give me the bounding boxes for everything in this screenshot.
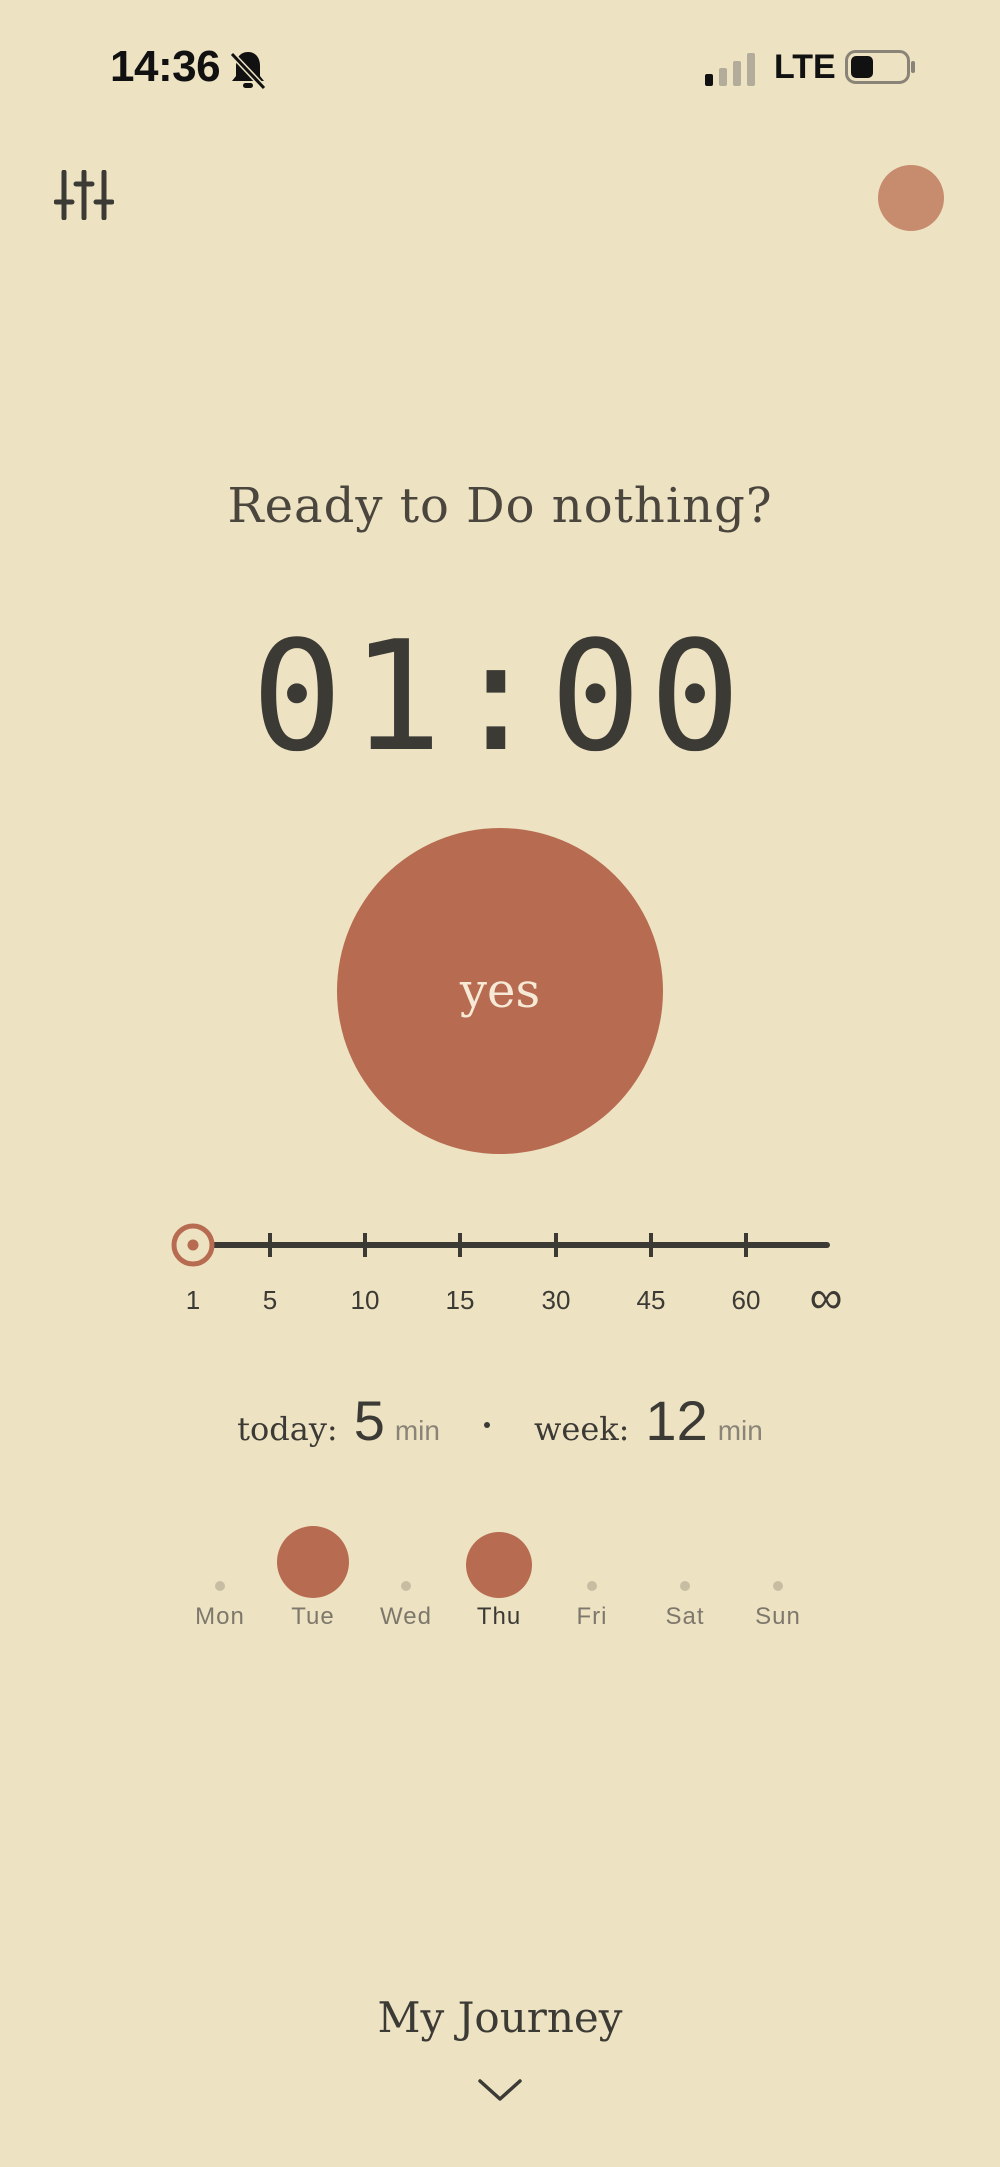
day-dot-sun bbox=[773, 1581, 783, 1591]
status-time: 14:36 bbox=[110, 42, 221, 91]
day-dot-tue bbox=[277, 1526, 349, 1598]
day-label-fri: Fri bbox=[576, 1603, 608, 1630]
day-label-thu: Thu bbox=[476, 1603, 522, 1630]
week-label: week: bbox=[533, 1410, 630, 1448]
start-button[interactable]: yes bbox=[337, 828, 663, 1154]
avatar[interactable] bbox=[878, 165, 944, 231]
page-title: Ready to Do nothing? bbox=[227, 478, 773, 534]
week-unit: min bbox=[717, 1415, 763, 1446]
today-unit: min bbox=[394, 1415, 440, 1446]
day-dot-wed bbox=[401, 1581, 411, 1591]
week-value: 12 bbox=[645, 1389, 708, 1452]
separator-dot bbox=[483, 1422, 490, 1428]
day-label-tue: Tue bbox=[291, 1603, 335, 1630]
my-journey-link[interactable]: My Journey bbox=[0, 1993, 1000, 2042]
timer-display: 01:00 bbox=[251, 608, 749, 785]
network-type: LTE bbox=[774, 48, 836, 86]
day-label-wed: Wed bbox=[380, 1603, 432, 1630]
tick-label-infinity[interactable]: ∞ bbox=[810, 1270, 843, 1324]
day-label-mon: Mon bbox=[195, 1603, 245, 1630]
duration-slider[interactable] bbox=[165, 1215, 845, 1275]
tick-label-45[interactable]: 45 bbox=[637, 1285, 666, 1316]
start-button-label: yes bbox=[459, 963, 541, 1019]
sliders-icon[interactable] bbox=[54, 170, 114, 220]
tick-label-15[interactable]: 15 bbox=[446, 1285, 475, 1316]
day-dot-sat bbox=[680, 1581, 690, 1591]
tick-label-60[interactable]: 60 bbox=[732, 1285, 761, 1316]
battery-icon bbox=[845, 50, 915, 84]
today-label: today: bbox=[237, 1410, 338, 1448]
chevron-down-icon[interactable] bbox=[476, 2075, 524, 2105]
day-dot-fri bbox=[587, 1581, 597, 1591]
signal-icon bbox=[705, 53, 755, 86]
tick-label-30[interactable]: 30 bbox=[542, 1285, 571, 1316]
tick-label-10[interactable]: 10 bbox=[351, 1285, 380, 1316]
tick-label-1[interactable]: 1 bbox=[186, 1285, 200, 1316]
day-dot-thu bbox=[466, 1532, 532, 1598]
day-label-sat: Sat bbox=[665, 1603, 705, 1630]
tick-label-5[interactable]: 5 bbox=[263, 1285, 277, 1316]
bell-slash-icon bbox=[229, 51, 267, 91]
day-label-sun: Sun bbox=[755, 1603, 801, 1630]
stats-summary: today: 5 min week: 12 min bbox=[0, 1388, 1000, 1453]
today-value: 5 bbox=[353, 1389, 385, 1452]
day-dot-mon bbox=[215, 1581, 225, 1591]
